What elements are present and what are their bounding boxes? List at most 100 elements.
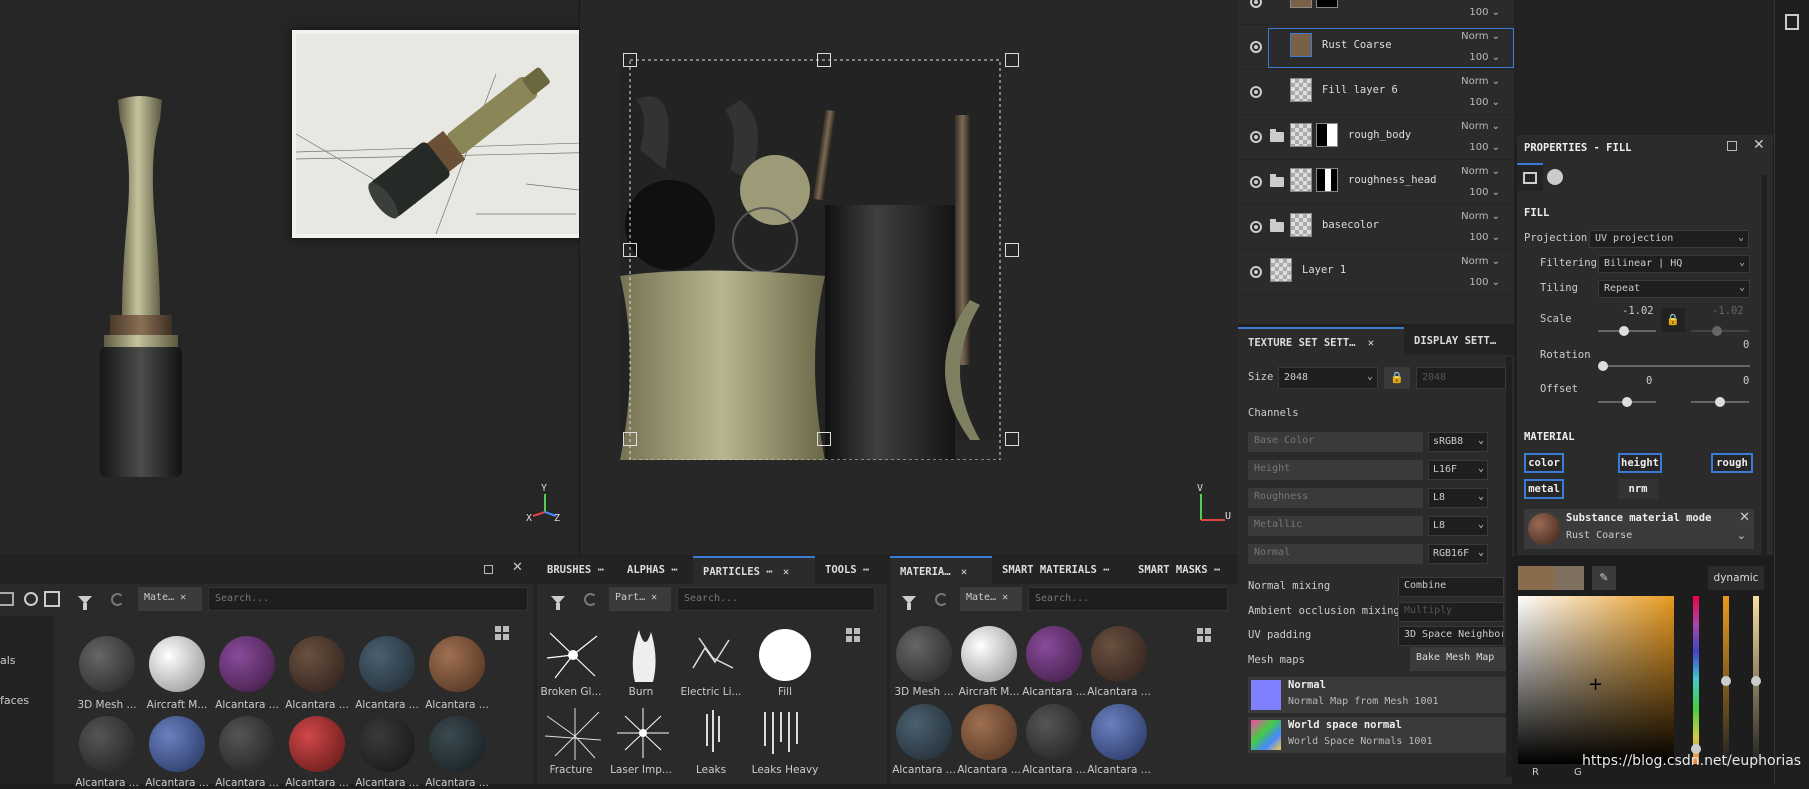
tab-smart-masks[interactable]: SMART MASKS ⋯ (1128, 556, 1238, 584)
material-preview[interactable] (359, 636, 415, 692)
layer-row[interactable]: basecolor Norm ⌄ 100 ⌄ (1238, 205, 1514, 250)
layer-blend-mode[interactable]: Norm ⌄ (1461, 31, 1500, 42)
shelf-search-input[interactable]: Search... (677, 587, 875, 611)
tab-display-settings[interactable]: DISPLAY SETT… (1404, 327, 1514, 355)
slider-knob[interactable] (1598, 361, 1608, 371)
transform-handle-tc[interactable] (817, 53, 831, 67)
close-icon[interactable]: ✕ (1368, 337, 1374, 349)
layer-blend-mode[interactable]: Norm ⌄ (1461, 76, 1500, 87)
layer-opacity[interactable]: 100 ⌄ (1469, 277, 1500, 288)
layer-opacity[interactable]: 100 ⌄ (1469, 7, 1500, 18)
transform-handle-bl[interactable] (623, 432, 637, 446)
tab-tools[interactable]: TOOLS ⋯ (815, 556, 887, 584)
filter-icon[interactable] (78, 596, 92, 610)
size-select[interactable]: 2048 ⌄ (1278, 367, 1378, 389)
saturation-value-field[interactable]: + (1518, 596, 1674, 764)
scrollbar[interactable] (1762, 175, 1767, 555)
layer-blend-mode[interactable]: Norm ⌄ (1461, 256, 1500, 267)
channel-format-select[interactable]: L16F ⌄ (1428, 460, 1488, 480)
transform-handle-mr[interactable] (1005, 243, 1019, 257)
tiling-select[interactable]: Repeat ⌄ (1598, 280, 1750, 298)
material-preview[interactable] (219, 636, 275, 692)
viewport-3d[interactable]: Y X Z (0, 0, 580, 555)
layer-opacity[interactable]: 100 ⌄ (1469, 52, 1500, 63)
layer-blend-mode[interactable]: Norm ⌄ (1461, 121, 1500, 132)
channel-row[interactable]: Metallic (1248, 516, 1423, 536)
visibility-eye-icon[interactable] (1250, 0, 1262, 8)
mesh-map-slot[interactable]: Normal Normal Map from Mesh 1001 (1248, 677, 1506, 713)
grid-view-icon[interactable] (1197, 628, 1211, 642)
tab-brushes[interactable]: BRUSHES ⋯ (537, 556, 617, 584)
projection-select[interactable]: UV projection ⌄ (1589, 230, 1749, 248)
substance-material-slot[interactable]: Substance material mode Rust Coarse ✕ ⌄ (1524, 509, 1754, 549)
close-icon[interactable]: ✕ (1753, 137, 1765, 153)
channel-format-select[interactable]: sRGB8 ⌄ (1428, 432, 1488, 452)
tab-smart-materials[interactable]: SMART MATERIALS ⋯ (992, 556, 1128, 584)
filter-chip[interactable]: Mate… ✕ (960, 587, 1022, 611)
transform-handle-tl[interactable] (623, 53, 637, 67)
close-icon[interactable]: ✕ (180, 592, 186, 603)
tab-particles[interactable]: PARTICLES ⋯ ✕ (693, 556, 815, 584)
channel-format-select[interactable]: RGB16F ⌄ (1428, 544, 1488, 564)
material-preview[interactable] (289, 716, 345, 772)
offset-u-slider[interactable] (1598, 397, 1656, 407)
material-preview[interactable] (79, 716, 135, 772)
reset-filter-icon[interactable] (584, 593, 597, 606)
material-preview[interactable] (429, 636, 485, 692)
visibility-off-icon[interactable] (24, 592, 38, 606)
filtering-select[interactable]: Bilinear | HQ ⌄ (1598, 255, 1750, 273)
shelf-search-input[interactable]: Search... (208, 587, 528, 611)
filter-chip[interactable]: Part… ✕ (609, 587, 671, 611)
filter-icon[interactable] (551, 596, 565, 610)
layer-row[interactable]: rough_ring 100 ⌄ (1238, 0, 1514, 25)
slider-knob[interactable] (1622, 397, 1632, 407)
export-icon[interactable] (44, 591, 60, 607)
tab-alphas[interactable]: ALPHAS ⋯ (617, 556, 693, 584)
grid-view-icon[interactable] (495, 626, 509, 640)
material-preview[interactable] (149, 636, 205, 692)
particle-preview[interactable] (685, 628, 741, 682)
layer-row[interactable]: Fill layer 6 Norm ⌄ 100 ⌄ (1238, 70, 1514, 115)
channel-toggle-rough[interactable]: rough (1711, 453, 1753, 473)
tab-materials[interactable]: MATERIA… ✕ (890, 556, 992, 584)
material-preview[interactable] (961, 626, 1017, 682)
tab-texture-set-settings[interactable]: TEXTURE SET SETT… ✕ (1238, 327, 1404, 355)
layer-blend-mode[interactable]: Norm ⌄ (1461, 166, 1500, 177)
remove-material-icon[interactable]: ✕ (1739, 510, 1750, 525)
color-mode-label[interactable]: dynamic (1708, 566, 1764, 590)
mesh-map-slot[interactable]: World space normal World Space Normals 1… (1248, 717, 1506, 753)
offset-v-slider[interactable] (1691, 397, 1749, 407)
particle-preview[interactable] (755, 706, 811, 760)
bake-mesh-maps-button[interactable]: Bake Mesh Map (1410, 647, 1506, 671)
particle-preview[interactable] (755, 626, 815, 684)
channel-row[interactable]: Normal (1248, 544, 1423, 564)
material-preview[interactable] (359, 716, 415, 772)
material-preview[interactable] (1026, 626, 1082, 682)
particle-preview[interactable] (615, 706, 671, 760)
channel-row[interactable]: Height (1248, 460, 1423, 480)
close-icon[interactable]: ✕ (651, 592, 657, 603)
material-preview[interactable] (896, 704, 952, 760)
material-preview[interactable] (149, 716, 205, 772)
grid-view-icon[interactable] (846, 628, 860, 642)
material-preview[interactable] (961, 704, 1017, 760)
visibility-eye-icon[interactable] (1250, 41, 1262, 53)
lock-icon[interactable]: 🔒 (1661, 308, 1685, 332)
filter-icon[interactable] (902, 596, 916, 610)
visibility-eye-icon[interactable] (1250, 176, 1262, 188)
visibility-eye-icon[interactable] (1250, 131, 1262, 143)
transform-handle-br[interactable] (1005, 432, 1019, 446)
layer-opacity[interactable]: 100 ⌄ (1469, 97, 1500, 108)
material-preview[interactable] (79, 636, 135, 692)
material-preview[interactable] (289, 636, 345, 692)
channel-toggle-nrm[interactable]: nrm (1618, 479, 1658, 499)
channel-row[interactable]: Base Color (1248, 432, 1423, 452)
channel-toggle-height[interactable]: height (1618, 453, 1662, 473)
size-lock-icon[interactable]: 🔒 (1384, 367, 1410, 389)
reset-filter-icon[interactable] (111, 593, 124, 606)
visibility-eye-icon[interactable] (1250, 221, 1262, 233)
color-swatch-current[interactable] (1518, 566, 1554, 590)
uv-padding-select[interactable]: 3D Space Neighbor (1398, 626, 1504, 646)
hide-icon[interactable] (0, 592, 14, 606)
particle-preview[interactable] (545, 706, 601, 760)
